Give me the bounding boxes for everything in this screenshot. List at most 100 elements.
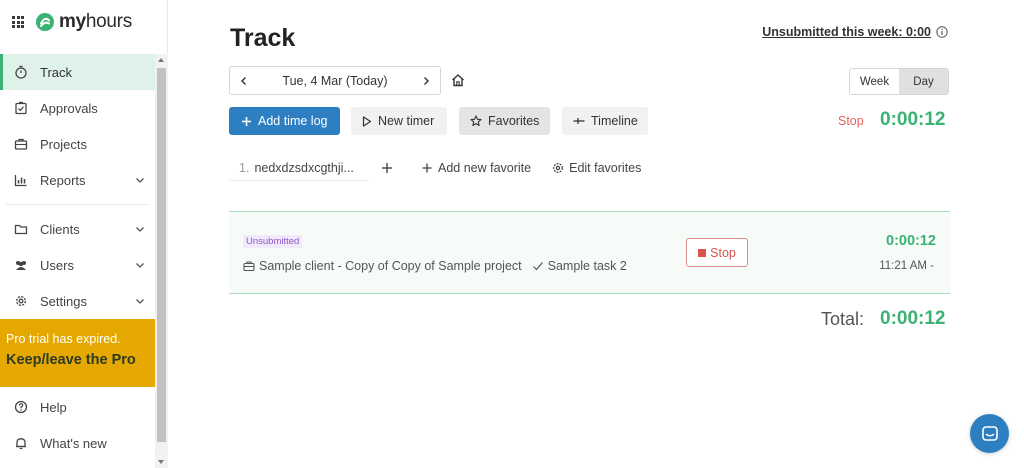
entry-timer: 0:00:12 bbox=[886, 233, 936, 249]
sidebar-divider bbox=[6, 204, 149, 205]
sidebar-item-label: What's new bbox=[40, 435, 107, 451]
sidebar-item-label: Track bbox=[40, 64, 73, 80]
check-icon bbox=[532, 262, 543, 271]
chevron-down-icon[interactable] bbox=[135, 224, 145, 234]
favorites-label: Favorites bbox=[488, 114, 540, 128]
total-label: Total: bbox=[821, 309, 865, 329]
info-icon[interactable] bbox=[936, 26, 948, 38]
plus-icon bbox=[241, 116, 252, 127]
sidebar-item-label: Clients bbox=[40, 221, 80, 237]
sidebar-item-settings[interactable]: Settings bbox=[0, 283, 155, 319]
entry-stop-button[interactable]: Stop bbox=[686, 238, 748, 267]
folder-icon bbox=[14, 222, 28, 236]
page-title: Track bbox=[230, 24, 296, 52]
trial-expired-banner[interactable]: Pro trial has expired. Keep/leave the Pr… bbox=[0, 319, 155, 387]
bell-icon bbox=[14, 436, 28, 450]
plus-icon[interactable] bbox=[379, 160, 395, 176]
entry-task: Sample task 2 bbox=[547, 259, 627, 273]
favorites-row: 1. nedxdzsdxcgthji... Add new favorite E… bbox=[229, 155, 641, 181]
entry-description: Sample client - Copy of Copy of Sample p… bbox=[243, 259, 627, 273]
entry-time-range: 11:21 AM - bbox=[879, 260, 934, 272]
question-circle-icon bbox=[14, 400, 28, 414]
favorites-button[interactable]: Favorites bbox=[459, 107, 550, 135]
sidebar-item-label: Help bbox=[40, 399, 67, 415]
week-view-button[interactable]: Week bbox=[850, 69, 899, 94]
myhours-logo-icon bbox=[36, 13, 54, 31]
entry-stop-label: Stop bbox=[710, 245, 736, 260]
chevron-right-icon bbox=[424, 76, 429, 85]
sidebar-item-reports[interactable]: Reports bbox=[0, 162, 155, 198]
next-day-button[interactable] bbox=[412, 67, 440, 94]
status-badge: Unsubmitted bbox=[243, 235, 303, 248]
favorite-number: 1. bbox=[239, 160, 250, 175]
date-navigator: Tue, 4 Mar (Today) bbox=[229, 66, 441, 95]
sidebar-item-clients[interactable]: Clients bbox=[0, 211, 155, 247]
unsubmitted-this-week-link[interactable]: Unsubmitted this week: 0:00 bbox=[762, 25, 931, 39]
sidebar-item-label: Projects bbox=[40, 136, 87, 152]
sidebar-scrollbar[interactable] bbox=[155, 54, 168, 468]
favorite-label: nedxdzsdxcgthji... bbox=[254, 160, 354, 175]
time-entry-row[interactable]: Unsubmitted Sample client - Copy of Copy… bbox=[229, 211, 950, 294]
new-timer-button[interactable]: New timer bbox=[351, 107, 447, 135]
chat-support-button[interactable] bbox=[970, 414, 1009, 453]
sidebar-item-label: Users bbox=[40, 257, 74, 273]
stop-square-icon bbox=[698, 248, 707, 257]
day-view-button[interactable]: Day bbox=[899, 69, 948, 94]
sidebar-item-track[interactable]: Track bbox=[0, 54, 155, 90]
logo-text: myhours bbox=[59, 11, 132, 32]
gear-icon bbox=[553, 163, 564, 173]
stopwatch-icon bbox=[14, 65, 28, 79]
bar-chart-icon bbox=[14, 173, 28, 187]
sidebar-item-help[interactable]: Help bbox=[0, 389, 155, 425]
sidebar-item-label: Reports bbox=[40, 172, 86, 188]
add-new-favorite-label: Add new favorite bbox=[438, 161, 532, 175]
sidebar-item-label: Settings bbox=[40, 293, 87, 309]
sidebar-item-users[interactable]: Users bbox=[0, 247, 155, 283]
add-new-favorite-button[interactable]: Add new favorite bbox=[421, 161, 531, 175]
clipboard-check-icon bbox=[14, 101, 28, 115]
entry-project: Sample client - Copy of Copy of Sample p… bbox=[259, 259, 522, 273]
favorite-chip[interactable]: 1. nedxdzsdxcgthji... bbox=[229, 155, 369, 181]
sidebar-item-label: Approvals bbox=[40, 100, 98, 116]
previous-day-button[interactable] bbox=[230, 67, 258, 94]
sidebar-item-whats-new[interactable]: What's new bbox=[0, 425, 155, 461]
scrollbar-thumb[interactable] bbox=[157, 68, 166, 442]
running-timer: 0:00:12 bbox=[880, 109, 946, 130]
app-grid-icon[interactable] bbox=[12, 16, 24, 28]
sidebar-bottom-nav: Help What's new bbox=[0, 389, 155, 461]
stop-timer-link[interactable]: Stop bbox=[838, 114, 864, 128]
chevron-left-icon bbox=[241, 76, 246, 85]
users-icon bbox=[14, 258, 28, 272]
total-value: 0:00:12 bbox=[880, 308, 946, 329]
plus-icon bbox=[422, 163, 432, 173]
scroll-up-arrow-icon[interactable] bbox=[158, 58, 164, 62]
keep-leave-pro-link[interactable]: Keep/leave the Pro bbox=[6, 352, 149, 368]
add-time-log-label: Add time log bbox=[258, 114, 328, 128]
chevron-down-icon[interactable] bbox=[135, 296, 145, 306]
view-toggle: Week Day bbox=[849, 68, 949, 95]
timeline-button[interactable]: Timeline bbox=[562, 107, 648, 135]
sidebar: myhours Track Approvals Projects Reports bbox=[0, 0, 168, 468]
edit-favorites-button[interactable]: Edit favorites bbox=[552, 161, 641, 175]
new-timer-label: New timer bbox=[378, 114, 435, 128]
briefcase-icon bbox=[14, 137, 28, 151]
timeline-label: Timeline bbox=[591, 114, 638, 128]
sidebar-item-approvals[interactable]: Approvals bbox=[0, 90, 155, 126]
edit-favorites-label: Edit favorites bbox=[569, 161, 642, 175]
chevron-down-icon[interactable] bbox=[135, 175, 145, 185]
logo-row: myhours bbox=[0, 0, 156, 44]
current-date[interactable]: Tue, 4 Mar (Today) bbox=[258, 74, 412, 88]
add-time-log-button[interactable]: Add time log bbox=[229, 107, 340, 135]
chat-bubble-icon bbox=[981, 425, 998, 441]
scroll-down-arrow-icon[interactable] bbox=[158, 460, 164, 464]
sidebar-nav: Track Approvals Projects Reports Clients… bbox=[0, 54, 155, 319]
briefcase-icon bbox=[243, 261, 255, 272]
play-icon bbox=[362, 115, 372, 127]
timeline-icon bbox=[573, 116, 585, 126]
gear-icon bbox=[14, 294, 28, 308]
trial-expired-text: Pro trial has expired. bbox=[6, 332, 121, 346]
chevron-down-icon[interactable] bbox=[135, 260, 145, 270]
star-icon bbox=[470, 115, 482, 127]
sidebar-item-projects[interactable]: Projects bbox=[0, 126, 155, 162]
home-icon[interactable] bbox=[451, 73, 465, 87]
